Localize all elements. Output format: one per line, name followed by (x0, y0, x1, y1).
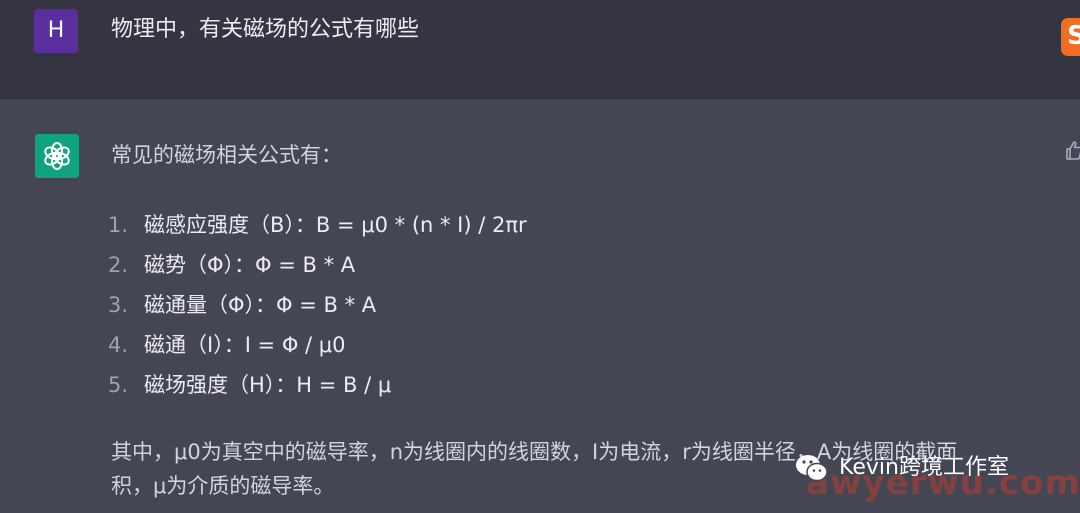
formula-item: 2. 磁势（Φ）：Φ = B * A (108, 245, 527, 285)
formula-number: 1. (108, 213, 129, 237)
openai-logo-icon (44, 142, 70, 170)
formula-item: 5. 磁场强度（H）：H = B / μ (108, 365, 527, 405)
user-avatar: H (34, 9, 78, 53)
formula-item: 3. 磁通量（Φ）：Φ = B * A (108, 285, 527, 325)
formula-text: 磁感应强度（B）：B = μ0 * (n * I) / 2πr (144, 213, 527, 237)
formula-text: 磁通（I）：I = Φ / μ0 (144, 333, 346, 357)
formula-number: 3. (108, 293, 129, 317)
user-message-text: 物理中，有关磁场的公式有哪些 (111, 17, 420, 42)
assistant-avatar (35, 134, 79, 178)
formula-item: 1. 磁感应强度（B）：B = μ0 * (n * I) / 2πr (108, 205, 527, 245)
formula-number: 4. (108, 333, 129, 357)
formula-text: 磁势（Φ）：Φ = B * A (144, 253, 356, 277)
formula-text: 磁通量（Φ）：Φ = B * A (144, 293, 377, 317)
wechat-watermark-text: Kevin跨境工作室 (839, 455, 1009, 480)
assistant-intro-text: 常见的磁场相关公式有： (111, 143, 342, 167)
formula-text: 磁场强度（H）：H = B / μ (144, 373, 392, 397)
formula-item: 4. 磁通（I）：I = Φ / μ0 (108, 325, 527, 365)
formula-number: 2. (108, 253, 129, 277)
formula-list: 1. 磁感应强度（B）：B = μ0 * (n * I) / 2πr 2. 磁势（Φ… (108, 205, 527, 405)
chat-page: H 物理中，有关磁场的公式有哪些 S 常见的磁场相关公式有： 1. 磁感应强度（… (0, 0, 1080, 513)
formula-number: 5. (108, 373, 129, 397)
thumbs-up-icon[interactable] (1064, 139, 1080, 161)
user-message-row: H 物理中，有关磁场的公式有哪些 S (0, 0, 1080, 99)
edit-logo-icon[interactable]: S (1061, 18, 1080, 56)
wechat-icon (796, 455, 828, 482)
